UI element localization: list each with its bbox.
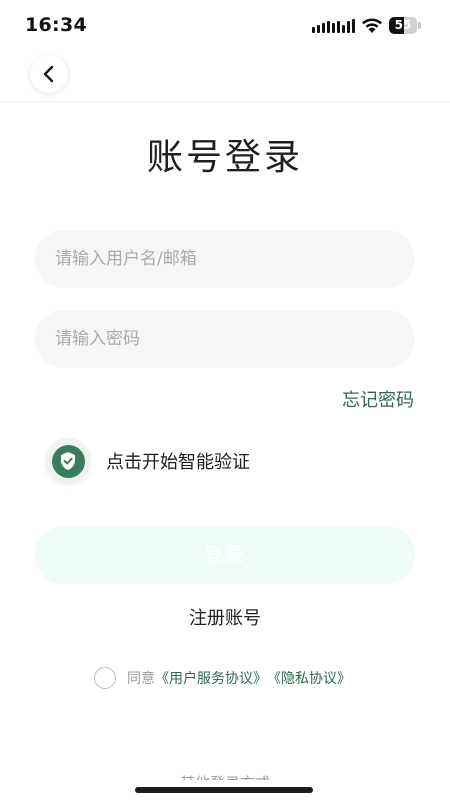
agreement-checkbox[interactable]	[94, 667, 116, 689]
page-title: 账号登录	[146, 137, 303, 178]
forgot-password-link[interactable]: 忘记密码	[342, 386, 414, 412]
other-login-label: 其他登录方式	[0, 768, 450, 780]
home-indicator[interactable]	[135, 787, 313, 793]
signal-bars-icon	[312, 19, 355, 33]
verify-badge	[45, 438, 91, 484]
wifi-icon	[362, 18, 382, 33]
password-field-wrapper	[35, 310, 415, 368]
agreement-prefix: 同意	[127, 671, 155, 687]
smart-verify-button[interactable]: 点击开始智能验证	[45, 438, 250, 484]
register-link[interactable]: 注册账号	[0, 604, 450, 630]
verify-badge-circle	[51, 444, 85, 478]
username-input[interactable]	[35, 230, 415, 288]
chevron-left-icon	[43, 65, 54, 83]
status-time: 16:34	[25, 14, 87, 36]
user-agreement-link[interactable]: 《用户服务协议》	[155, 668, 267, 688]
battery-level-text: 55	[394, 18, 412, 32]
shield-check-icon	[61, 452, 75, 470]
back-button[interactable]	[30, 55, 68, 93]
header-divider	[0, 101, 450, 102]
battery-icon: 55	[389, 17, 417, 34]
verify-label: 点击开始智能验证	[106, 452, 250, 473]
login-button[interactable]: 登录	[35, 526, 415, 584]
password-input[interactable]	[35, 310, 415, 368]
status-bar: 16:34 55	[0, 0, 450, 52]
privacy-policy-link[interactable]: 《隐私协议》	[267, 668, 351, 688]
username-field-wrapper	[35, 230, 415, 288]
agreement-row: 同意 《用户服务协议》 《隐私协议》	[94, 666, 351, 690]
battery-nub	[418, 22, 421, 29]
